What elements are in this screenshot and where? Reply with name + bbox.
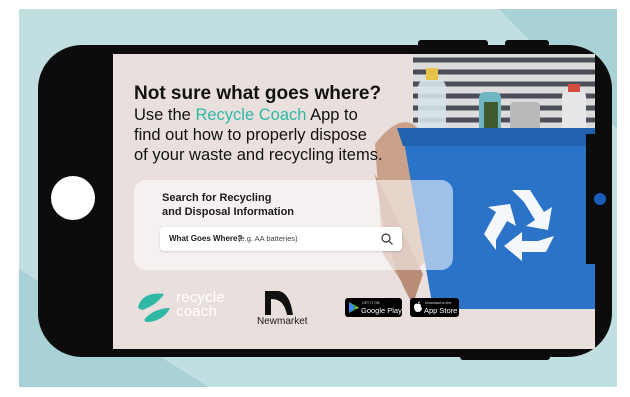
google-play-badge[interactable]: GET IT ON Google Play: [345, 298, 402, 317]
headline-brand: Recycle Coach: [195, 106, 307, 124]
search-card-title: Search for Recycling and Disposal Inform…: [162, 191, 362, 219]
app-store-small-text: Download on the: [425, 301, 452, 305]
google-play-icon: [349, 302, 359, 313]
newmarket-wordmark: Newmarket: [257, 316, 308, 327]
apple-icon: [414, 301, 422, 312]
search-card: Search for Recycling and Disposal Inform…: [134, 180, 453, 270]
search-icon[interactable]: [380, 232, 394, 246]
app-store-big-text: App Store: [424, 306, 458, 315]
headline-block: Not sure what goes where? Use the Recycl…: [134, 83, 434, 165]
headline-line2-suffix: App to: [306, 106, 358, 124]
app-store-badge[interactable]: Download on the App Store: [410, 298, 459, 317]
headline-line2: Use the Recycle Coach App to: [134, 105, 434, 125]
newmarket-logo: Newmarket: [257, 287, 329, 327]
headline-line4: of your waste and recycling items.: [134, 146, 383, 164]
recycle-coach-line2: coach: [176, 303, 218, 320]
google-play-big-text: Google Play: [361, 306, 402, 315]
phone-screen: Not sure what goes where? Use the Recycl…: [113, 54, 595, 349]
recycle-coach-logo: recycle coach: [134, 290, 244, 324]
phone-home-button: [51, 176, 95, 220]
headline-title: Not sure what goes where?: [134, 83, 382, 104]
google-play-small-text: GET IT ON: [362, 301, 380, 305]
search-title-line1: Search for Recycling: [162, 192, 272, 204]
headline-line3: find out how to properly dispose: [134, 126, 367, 144]
search-input[interactable]: What Goes Where? (e.g. AA batteries): [160, 227, 402, 251]
headline-line2-prefix: Use the: [134, 106, 196, 124]
newmarket-mark-icon: [265, 291, 293, 315]
recycle-coach-wordmark: recycle coach: [176, 290, 225, 320]
search-title-line2: and Disposal Information: [162, 206, 295, 218]
search-input-label: What Goes Where?: [169, 234, 243, 243]
search-input-placeholder: (e.g. AA batteries): [238, 234, 298, 243]
recycle-coach-leaf-icon: [138, 293, 170, 322]
phone-side-indicator-icon: [594, 193, 606, 205]
